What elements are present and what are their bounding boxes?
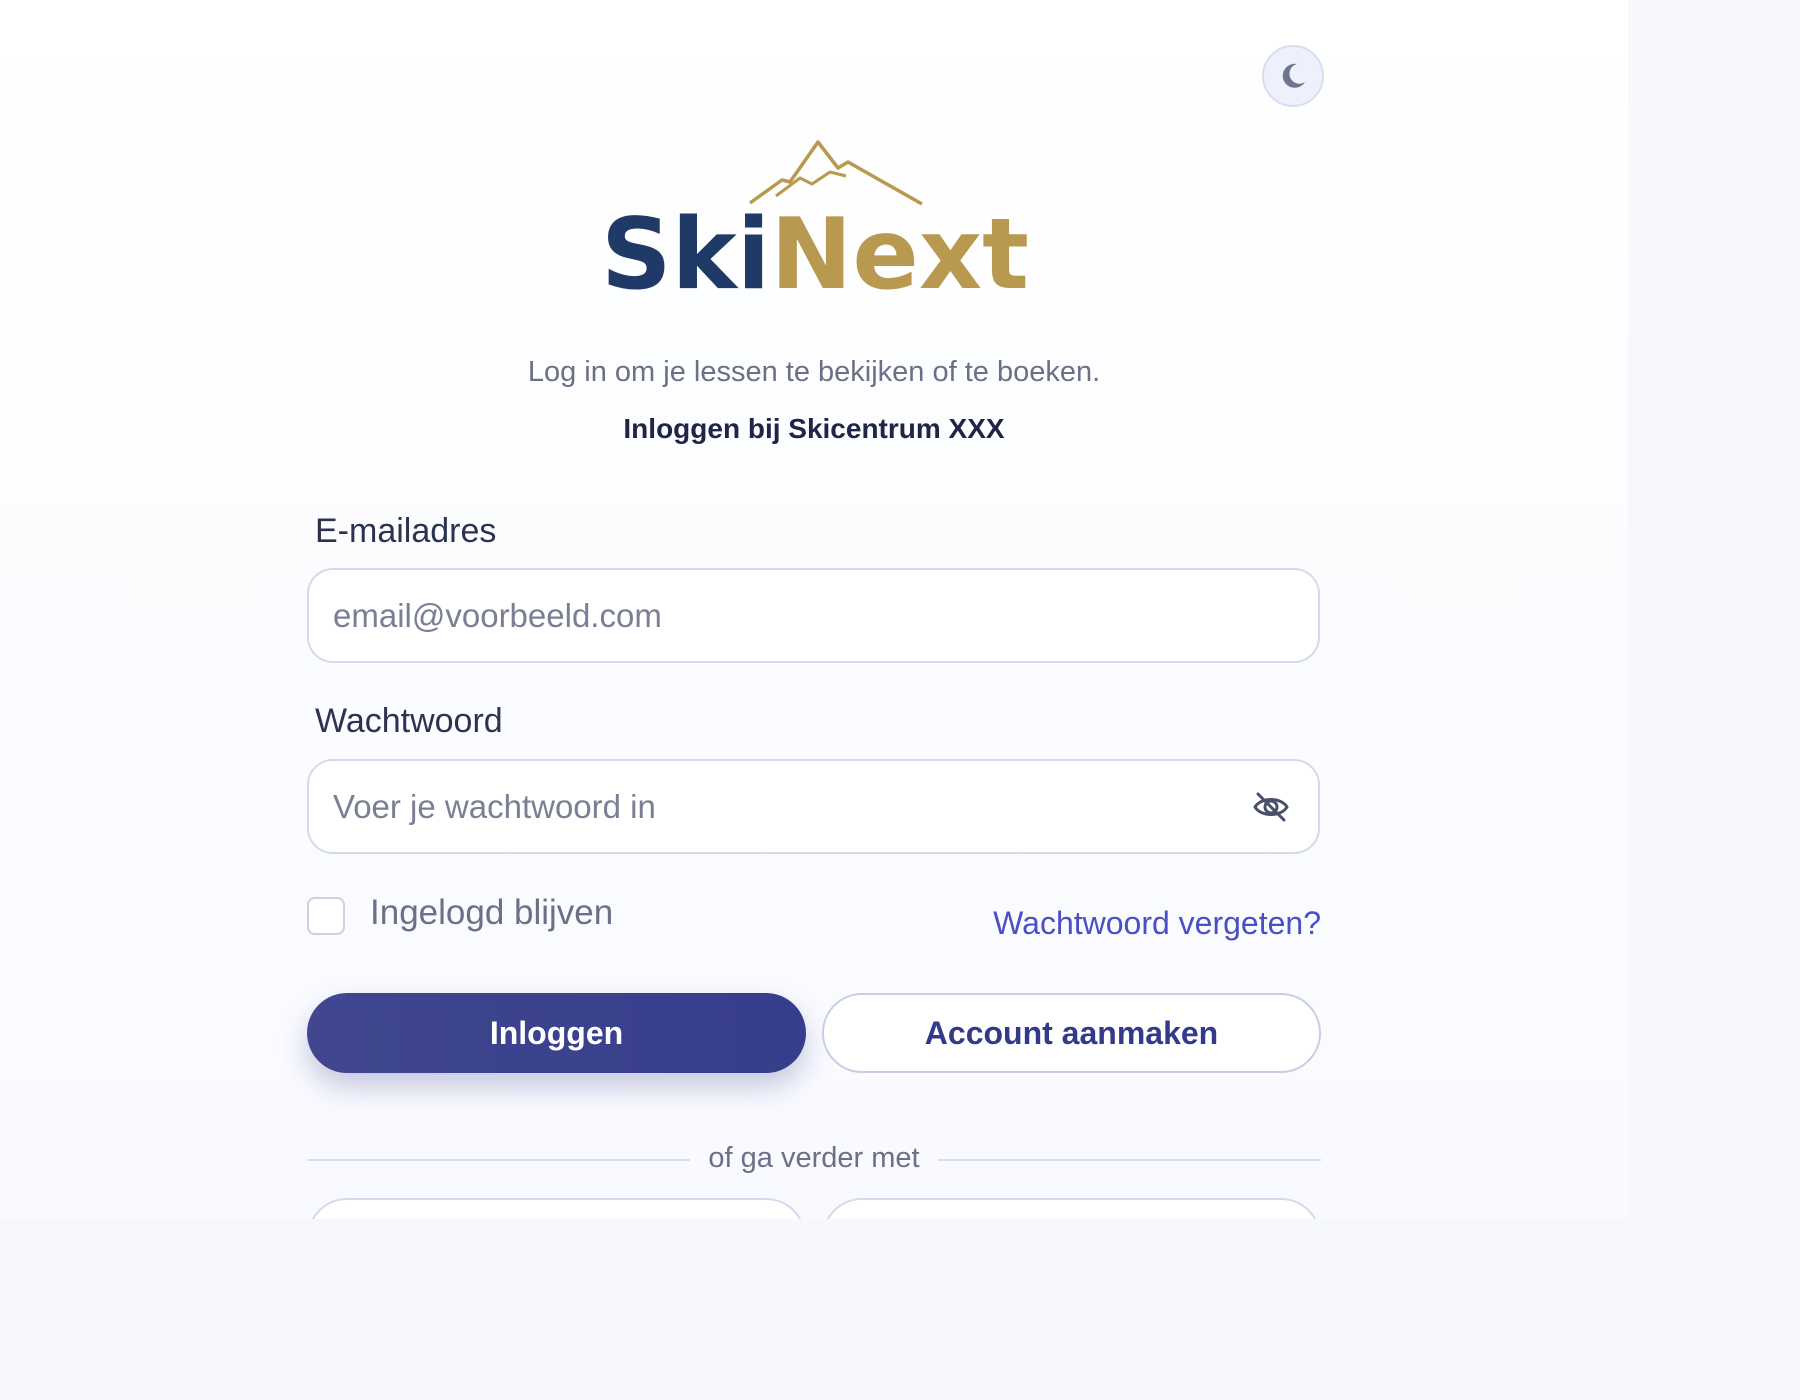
divider-text: of ga verder met [708,1142,920,1174]
page-title: Inloggen bij Skicentrum XXX [623,413,1005,444]
theme-toggle-button[interactable] [1262,45,1324,107]
login-panel: SkiNext Log in om je lessen te bekijken … [0,0,1628,1219]
remember-me-checkbox[interactable] [307,897,345,935]
logo-text-next: Next [770,198,1029,298]
remember-me-label: Ingelogd blijven [370,893,614,932]
social-login-button[interactable] [307,1198,806,1219]
social-login-button[interactable] [822,1198,1321,1219]
mountain-icon [748,140,923,206]
forgot-password-link[interactable]: Wachtwoord vergeten? [993,905,1321,942]
page-subtitle: Log in om je lessen te bekijken of te bo… [527,356,1101,388]
email-field-wrapper [307,568,1320,663]
eye-off-icon [1253,792,1289,821]
email-input[interactable] [333,596,1294,635]
svg-text:SkiNext: SkiNext [601,198,1029,298]
email-label: E-mailadres [315,512,497,550]
skinext-logo: SkiNext [600,128,1030,312]
login-button[interactable]: Inloggen [307,993,806,1073]
password-label: Wachtwoord [315,702,503,740]
password-field-wrapper [307,759,1320,854]
create-account-button[interactable]: Account aanmaken [822,993,1321,1073]
moon-icon [1282,63,1305,88]
toggle-password-visibility-button[interactable] [1248,784,1294,830]
logo-text-ski: Ski [601,198,770,298]
password-input[interactable] [333,787,1248,826]
